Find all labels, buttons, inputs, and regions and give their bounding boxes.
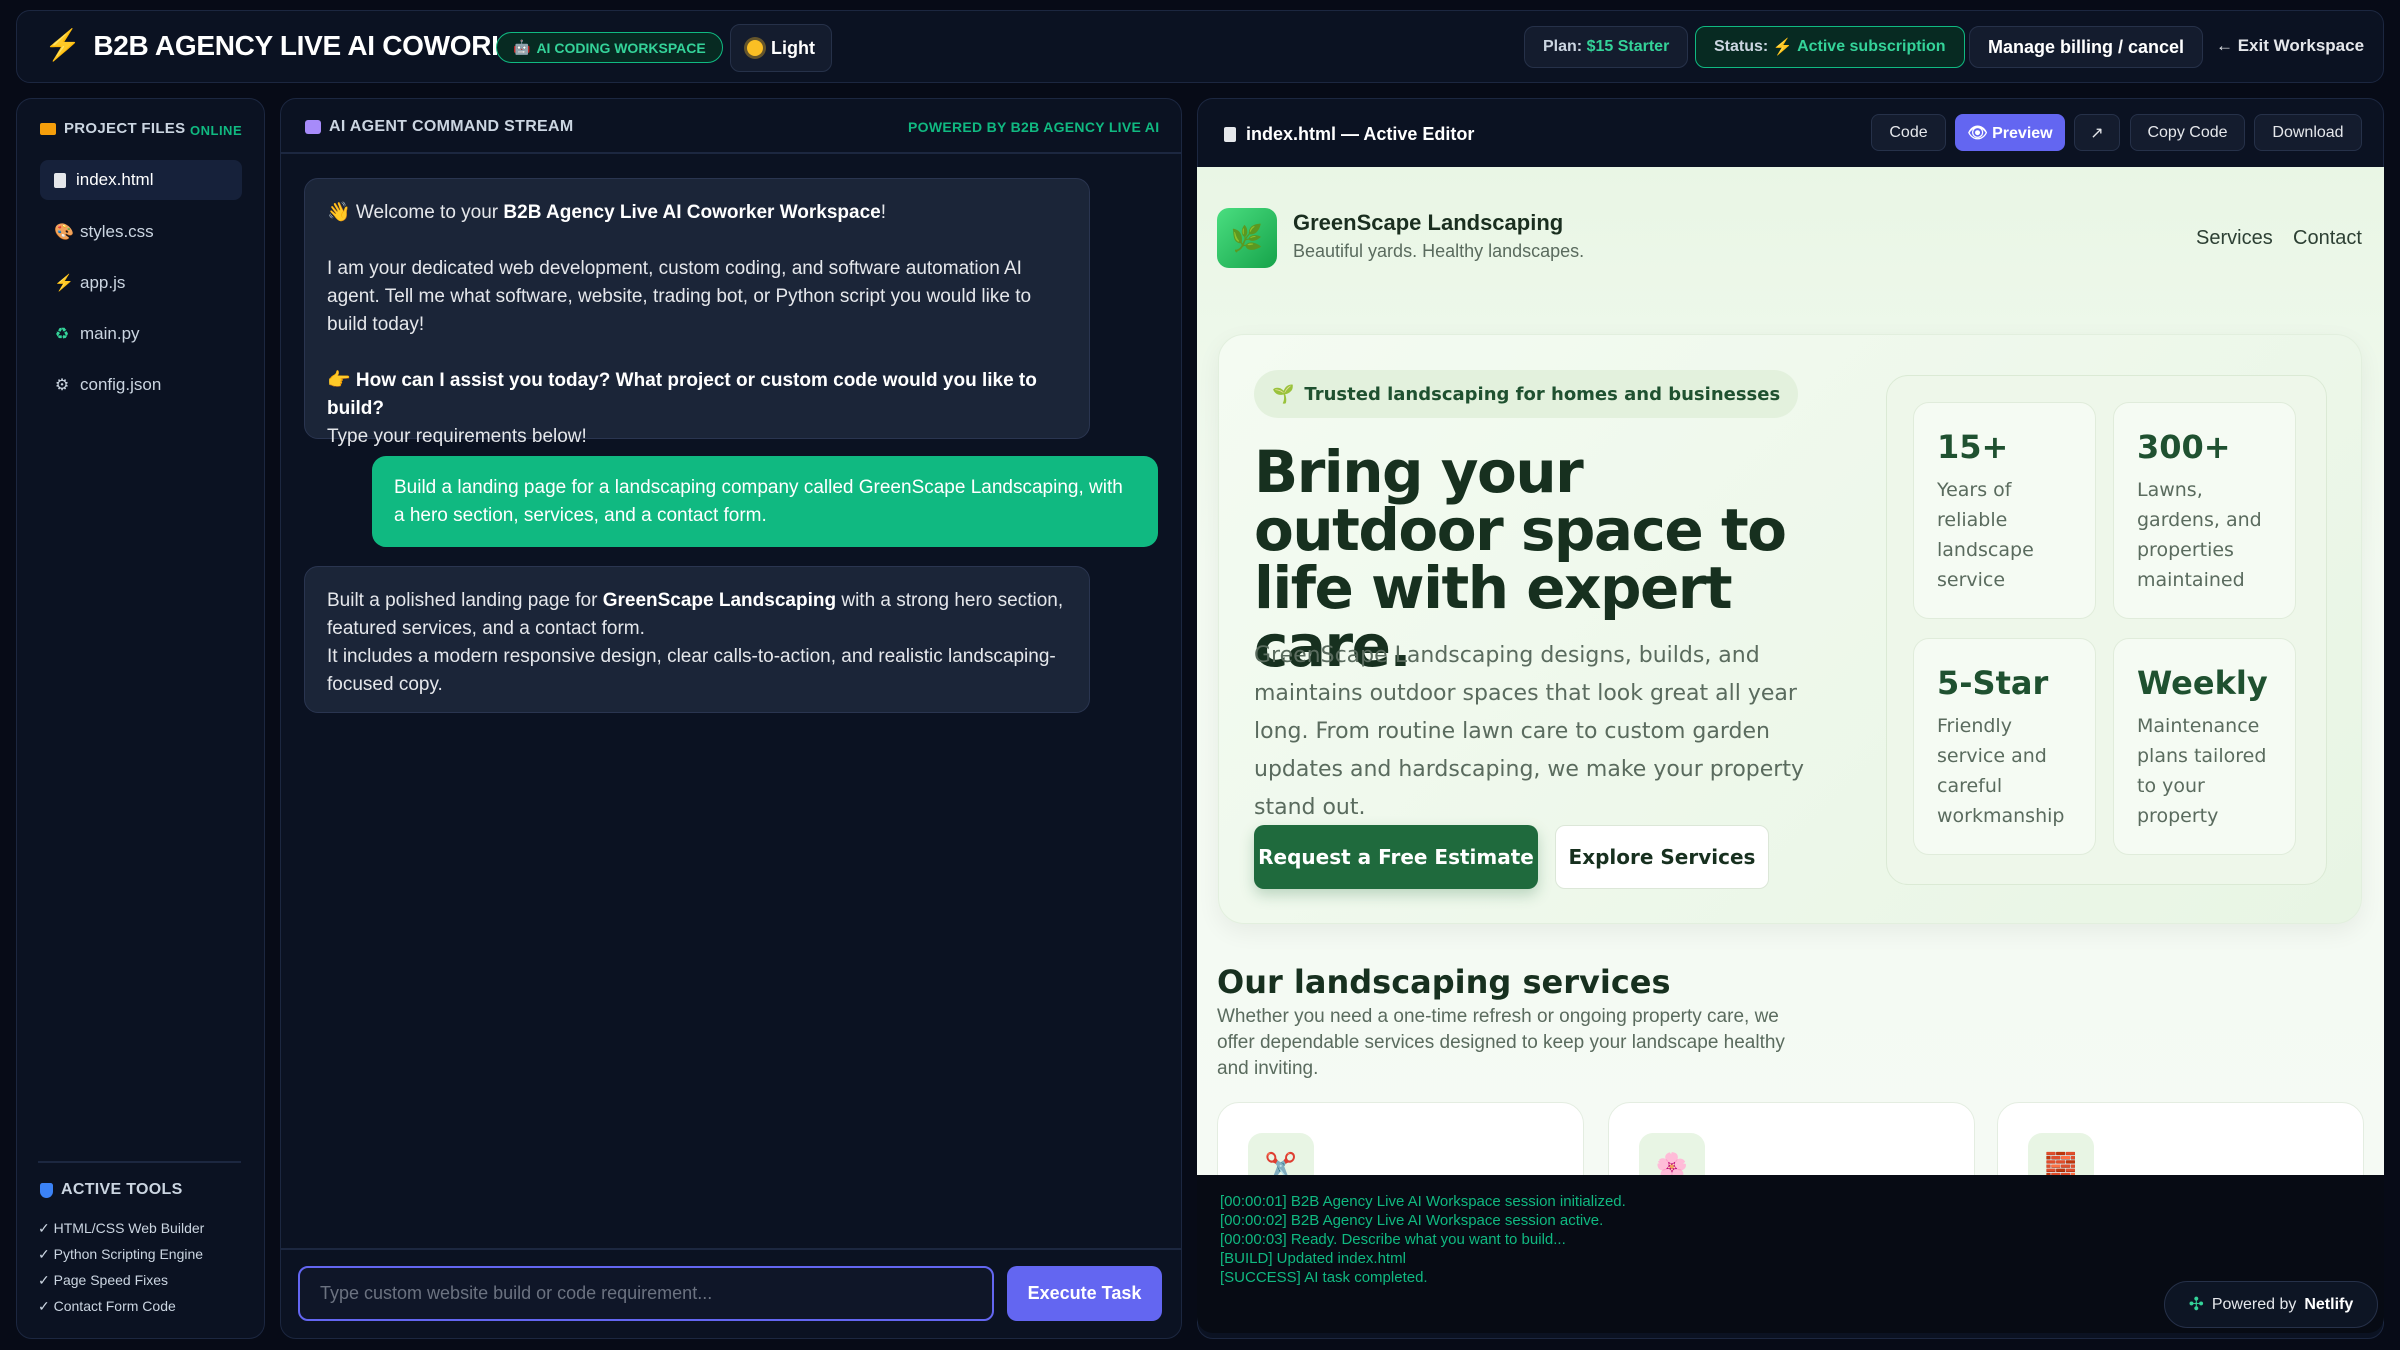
code-tab-button[interactable]: Code (1871, 114, 1946, 151)
nav-link-services[interactable]: Services (2196, 227, 2273, 250)
console-log-line: [00:00:03] Ready. Describe what you want… (1220, 1231, 1566, 1248)
powered-by-label: POWERED BY B2B AGENCY LIVE AI (908, 119, 1160, 135)
python-icon: ♻ (54, 326, 70, 343)
theme-toggle-button[interactable]: Light (730, 24, 832, 72)
tool-item: ✓ Contact Form Code (38, 1298, 176, 1314)
bolt-icon: ⚡ (1772, 39, 1793, 56)
file-item-main-py[interactable]: ♻ main.py (40, 314, 242, 354)
command-stream-heading: AI AGENT COMMAND STREAM (305, 118, 574, 136)
file-item-app-js[interactable]: ⚡ app.js (40, 263, 242, 303)
netlify-icon: ✣ (2188, 1294, 2204, 1314)
leaf-icon: 🌿 (1217, 208, 1277, 268)
sidebar-divider (38, 1161, 241, 1163)
editor-title: index.html — Active Editor (1224, 124, 1474, 145)
flower-icon: 🌸 (1639, 1133, 1705, 1175)
file-item-styles-css[interactable]: 🎨 styles.css (40, 212, 242, 252)
bolt-icon: ⚡ (54, 275, 74, 292)
hero-lead: GreenScape Landscaping designs, builds, … (1254, 643, 1804, 820)
gear-icon: ⚙ (54, 377, 70, 394)
services-heading: Our landscaping services (1217, 963, 1671, 1001)
service-card: 🧱 (1997, 1102, 2364, 1175)
manage-billing-button[interactable]: Manage billing / cancel (1969, 26, 2204, 68)
stat-card: 5-Star Friendly service and careful work… (1913, 638, 2096, 855)
popout-button[interactable]: ↗ (2074, 114, 2120, 151)
scissors-icon: ✂️ (1248, 1133, 1314, 1175)
sun-icon (747, 40, 763, 56)
console-log-line: [SUCCESS] AI task completed. (1220, 1269, 1428, 1286)
file-icon (1224, 127, 1236, 142)
brick-icon: 🧱 (2028, 1133, 2094, 1175)
tool-item: ✓ HTML/CSS Web Builder (38, 1220, 205, 1236)
user-message: Build a landing page for a landscaping c… (372, 456, 1158, 547)
bolt-icon: ⚡ (44, 29, 82, 62)
project-files-heading: PROJECT FILES (40, 120, 185, 137)
status-badge: Status: ⚡ Active subscription (1695, 26, 1965, 68)
console-log-line: [BUILD] Updated index.html (1220, 1250, 1406, 1267)
input-divider (281, 1248, 1181, 1250)
robot-icon: 🤖 (513, 39, 531, 55)
stat-card: Weekly Maintenance plans tailored to you… (2113, 638, 2296, 855)
file-item-index-html[interactable]: index.html (40, 160, 242, 200)
nav-link-contact[interactable]: Contact (2293, 227, 2362, 250)
online-indicator: ONLINE (190, 123, 243, 138)
requirement-input[interactable] (298, 1266, 994, 1321)
console-log-line: [00:00:01] B2B Agency Live AI Workspace … (1220, 1193, 1626, 1210)
download-button[interactable]: Download (2254, 114, 2362, 151)
hero-section: 🌱 Trusted landscaping for homes and busi… (1218, 334, 2362, 924)
copy-code-button[interactable]: Copy Code (2130, 114, 2245, 151)
services-subtitle: Whether you need a one-time refresh or o… (1217, 1006, 1785, 1079)
file-item-config-json[interactable]: ⚙ config.json (40, 365, 242, 405)
service-card: 🌸 (1608, 1102, 1975, 1175)
header-divider (281, 152, 1181, 154)
palette-icon: 🎨 (54, 224, 74, 241)
explore-services-button[interactable]: Explore Services (1555, 825, 1769, 889)
plan-badge: Plan: $15 Starter (1524, 26, 1689, 68)
site-tagline: Beautiful yards. Healthy landscapes. (1293, 241, 1585, 261)
site-brand: GreenScape Landscaping (1293, 210, 1564, 235)
exit-workspace-button[interactable]: ← Exit Workspace (2216, 36, 2364, 56)
robot-icon (305, 120, 321, 134)
stat-card: 15+ Years of reliable landscape service (1913, 402, 2096, 619)
stats-panel: 15+ Years of reliable landscape service … (1886, 375, 2327, 885)
welcome-message: 👋 Welcome to your B2B Agency Live AI Cow… (304, 178, 1090, 447)
tool-item: ✓ Page Speed Fixes (38, 1272, 169, 1288)
app-brand: ⚡ B2B AGENCY LIVE AI COWORKER (44, 29, 550, 62)
console-log-line: [00:00:02] B2B Agency Live AI Workspace … (1220, 1212, 1604, 1229)
trust-badge: 🌱 Trusted landscaping for homes and busi… (1254, 370, 1799, 418)
workspace-badge: 🤖 AI CODING WORKSPACE (496, 32, 723, 63)
file-icon (54, 172, 66, 188)
free-estimate-button[interactable]: Request a Free Estimate (1254, 825, 1538, 889)
netlify-badge[interactable]: ✣ Powered by Netlify (2164, 1281, 2378, 1328)
sprout-icon: 🌱 (1272, 383, 1295, 405)
folder-icon (40, 122, 56, 135)
site-preview: 🌿 GreenScape Landscaping Beautiful yards… (1197, 167, 2384, 1175)
stat-card: 300+ Lawns, gardens, and properties main… (2113, 402, 2296, 619)
service-card: ✂️ (1217, 1102, 1584, 1175)
tool-item: ✓ Python Scripting Engine (38, 1246, 204, 1262)
shield-icon (40, 1182, 53, 1198)
execute-task-button[interactable]: Execute Task (1007, 1266, 1162, 1321)
preview-tab-button[interactable]: 👁 Preview (1955, 114, 2065, 151)
app-title: B2B AGENCY LIVE AI COWORKER (93, 30, 550, 61)
agent-reply-message: Built a polished landing page for GreenS… (304, 566, 1090, 713)
active-tools-heading: ACTIVE TOOLS (40, 1181, 183, 1199)
